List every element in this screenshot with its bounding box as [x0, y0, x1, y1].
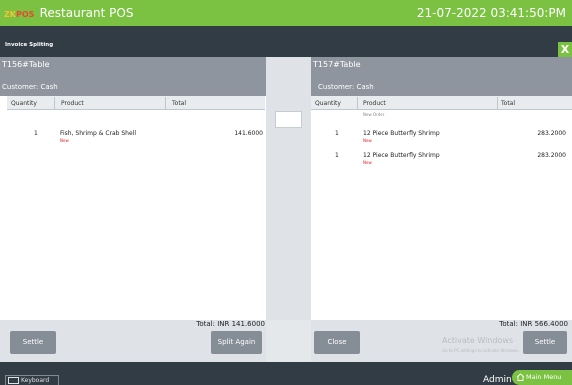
row-status: New [363, 138, 372, 143]
row-product: 12 Piece Butterfly Shrimp [363, 130, 440, 137]
left-customer: Customer: Cash [2, 83, 58, 91]
table-row[interactable]: 1 12 Piece Butterfly Shrimp New 283.2000 [311, 128, 572, 148]
left-customer-value: Cash [40, 83, 58, 91]
close-dialog-button[interactable]: X [558, 42, 572, 57]
datetime-display: 21-07-2022 03:41:50:PM [416, 6, 566, 20]
logo-pos: POS [16, 10, 35, 19]
row-quantity: 1 [335, 152, 339, 159]
table-row[interactable]: 1 12 Piece Butterfly Shrimp New 283.2000 [311, 150, 572, 170]
middle-footer [266, 320, 311, 362]
split-divider [266, 57, 311, 320]
row-status: New [363, 160, 372, 165]
right-panel-header: T157#Table Customer: Cash [311, 57, 572, 96]
right-customer: Customer: Cash [318, 83, 374, 91]
new-order-note: New Order [363, 112, 385, 117]
home-icon [516, 373, 525, 381]
right-col-total: Total [501, 100, 516, 107]
keyboard-button[interactable]: Keyboard [5, 375, 59, 385]
right-customer-label: Customer: [318, 83, 355, 91]
left-total: Total: INR 141.6000 [196, 320, 265, 328]
app-title: Restaurant POS [39, 6, 134, 20]
close-button[interactable]: Close [314, 331, 360, 354]
main-menu-label: Main Menu [526, 373, 562, 381]
right-col-quantity: Quantity [315, 100, 341, 107]
column-divider [357, 97, 358, 109]
right-total: Total: INR 566.4000 [499, 320, 568, 328]
right-customer-value: Cash [356, 83, 374, 91]
column-divider [54, 97, 55, 109]
dialog-title: Invoice Spliting [5, 42, 54, 48]
move-item-box[interactable] [275, 111, 302, 128]
table-row[interactable]: 1 Fish, Shrimp & Crab Shell New 141.6000 [7, 128, 265, 148]
left-settle-button[interactable]: Settle [10, 331, 56, 354]
row-product: Fish, Shrimp & Crab Shell [60, 130, 137, 137]
keyboard-label: Keyboard [21, 377, 50, 384]
keyboard-icon [8, 377, 19, 384]
app-logo: ZKPOS Restaurant POS [4, 6, 133, 20]
right-settle-button[interactable]: Settle [523, 331, 567, 354]
main-menu-button[interactable]: Main Menu [512, 370, 572, 385]
current-user: Admin [483, 375, 512, 385]
dialog-header [0, 26, 572, 57]
row-status: New [60, 138, 69, 143]
column-divider [497, 97, 498, 109]
row-total: 283.2000 [537, 152, 566, 159]
left-col-quantity: Quantity [11, 100, 37, 107]
activation-watermark-subtitle: Go to PC settings to activate Windows. [442, 348, 520, 353]
left-column-headers: Quantity Product Total [7, 96, 265, 110]
app-title-bar: ZKPOS Restaurant POS 21-07-2022 03:41:50… [0, 0, 572, 26]
left-col-product: Product [61, 100, 84, 107]
right-col-product: Product [363, 100, 386, 107]
row-total: 283.2000 [537, 130, 566, 137]
row-quantity: 1 [34, 130, 38, 137]
logo-zk: ZK [4, 10, 16, 19]
right-table-label: T157#Table [313, 60, 361, 69]
row-product: 12 Piece Butterfly Shrimp [363, 152, 440, 159]
left-col-total: Total [172, 100, 187, 107]
split-again-button[interactable]: Split Again [211, 331, 262, 354]
row-quantity: 1 [335, 130, 339, 137]
column-divider [165, 97, 166, 109]
left-panel-header: T156#Table Customer: Cash [0, 57, 266, 96]
row-total: 141.6000 [234, 130, 263, 137]
left-customer-label: Customer: [2, 83, 39, 91]
left-table-label: T156#Table [2, 60, 50, 69]
left-order-list: 1 Fish, Shrimp & Crab Shell New 141.6000 [7, 110, 265, 320]
right-order-list: New Order 1 12 Piece Butterfly Shrimp Ne… [311, 110, 572, 320]
activation-watermark-title: Activate Windows [442, 336, 514, 345]
right-column-headers: Quantity Product Total [311, 96, 572, 110]
